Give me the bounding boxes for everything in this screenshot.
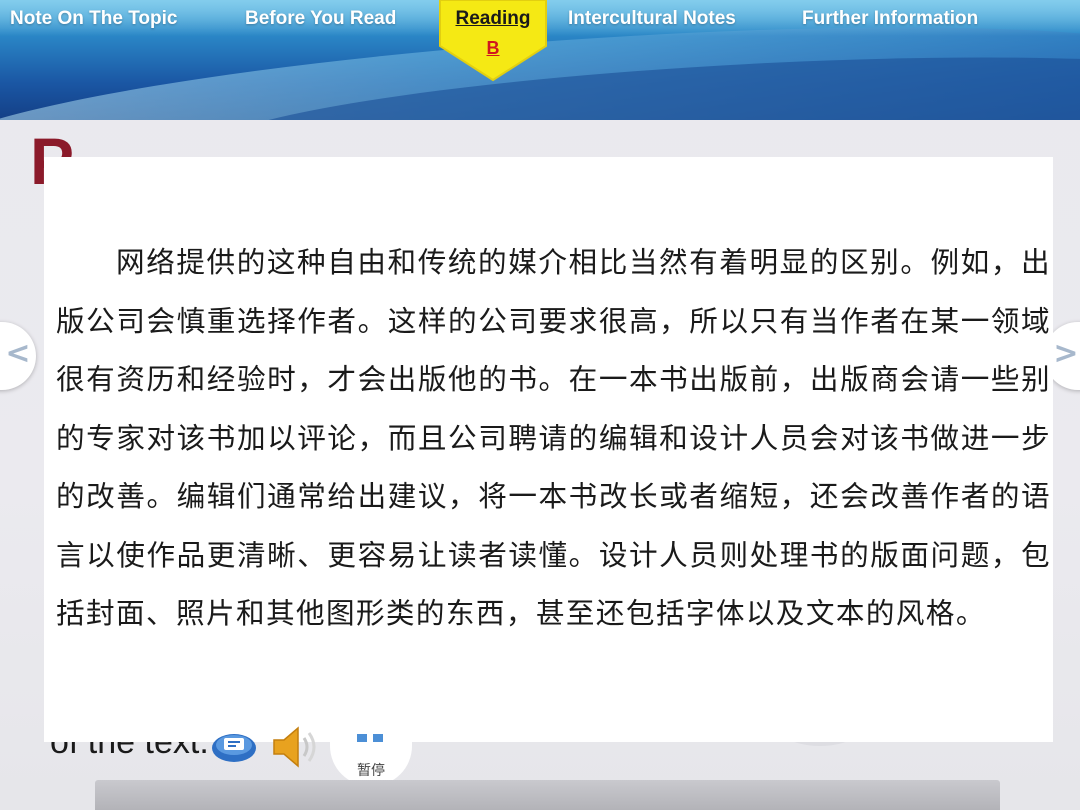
prev-arrow-icon: < — [5, 336, 31, 371]
pause-icon — [357, 734, 383, 742]
bottom-toolbar — [95, 780, 1000, 810]
nav-reading-sub-label: B — [486, 38, 500, 58]
nav-further-information[interactable]: Further Information — [802, 8, 978, 32]
speaker-icon[interactable] — [268, 724, 324, 774]
pause-label: 暂停 — [357, 763, 385, 779]
translation-panel: 网络提供的这种自由和传统的媒介相比当然有着明显的区别。例如，出版公司会慎重选择作… — [44, 157, 1053, 742]
nav-intercultural-notes[interactable]: Intercultural Notes — [568, 8, 736, 32]
nav-reading-label: Reading — [455, 8, 531, 29]
translation-paragraph: 网络提供的这种自由和传统的媒介相比当然有着明显的区别。例如，出版公司会慎重选择作… — [56, 245, 1051, 630]
top-nav: Note On The Topic Before You Read Readin… — [0, 0, 1080, 82]
prev-slide-button[interactable]: < — [0, 322, 36, 390]
nav-before-you-read[interactable]: Before You Read — [245, 8, 396, 32]
translate-icon[interactable] — [210, 728, 258, 766]
nav-reading-active[interactable]: Reading B — [436, 0, 550, 82]
pause-button[interactable]: 暂停 — [330, 722, 412, 786]
nav-note-on-the-topic[interactable]: Note On The Topic — [10, 8, 177, 32]
